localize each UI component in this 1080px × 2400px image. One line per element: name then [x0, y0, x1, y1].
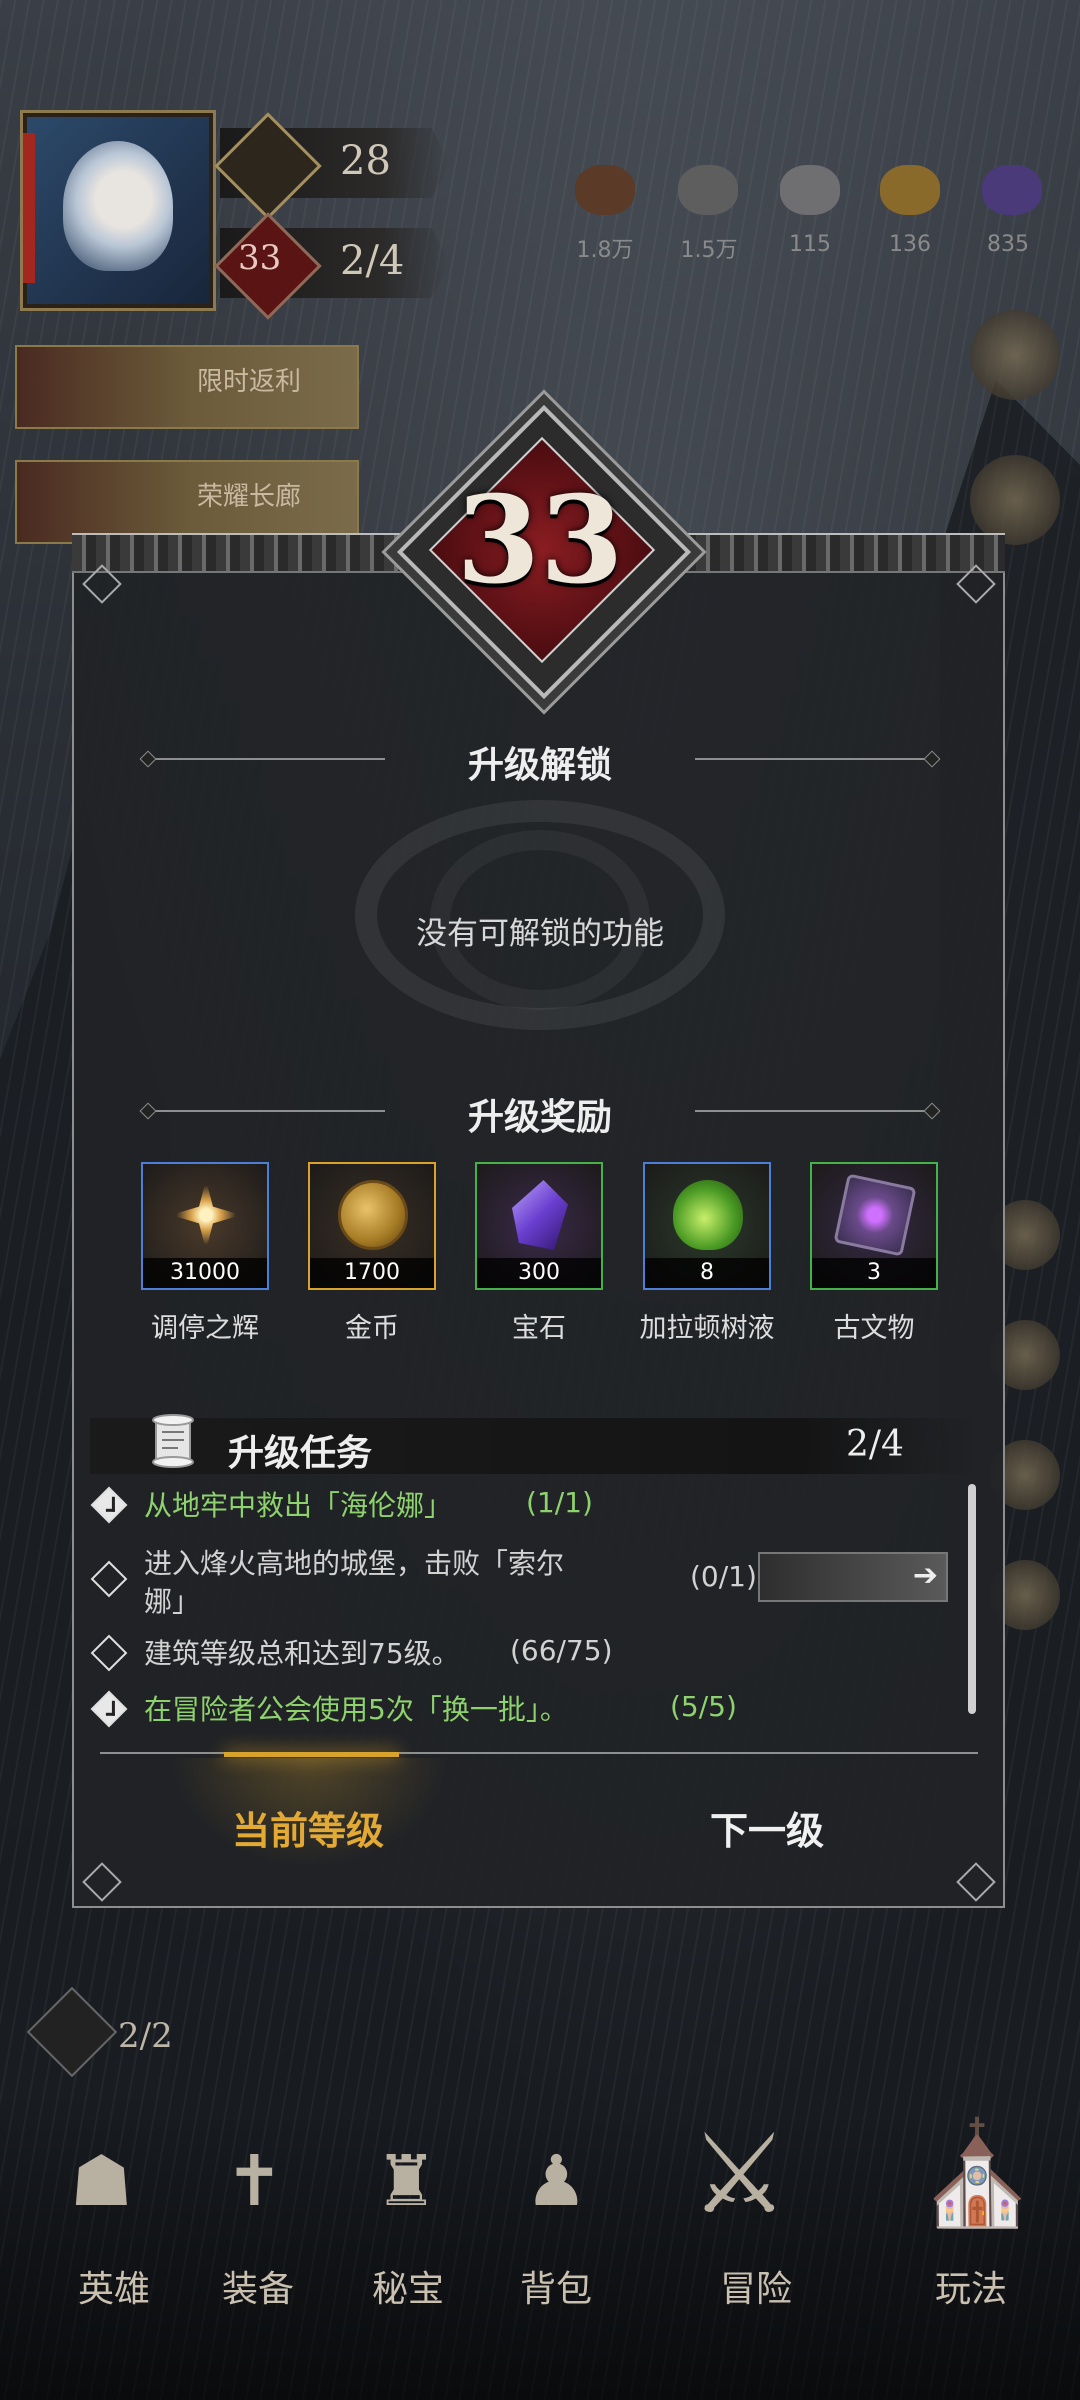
bag-nav-icon: ♟: [525, 2140, 588, 2222]
reward-name: 金币: [345, 1313, 399, 1344]
wood-resource-icon[interactable]: [575, 165, 635, 215]
hero-nav-icon: ☗: [70, 2140, 133, 2222]
go-to-task-button[interactable]: ➔: [758, 1552, 948, 1602]
reward-count: 1700: [310, 1258, 434, 1288]
gold-resource-icon[interactable]: [880, 165, 940, 215]
nav-treasure[interactable]: 秘宝: [372, 2260, 444, 2312]
side-counter: 2/2: [118, 2016, 173, 2056]
avatar-portrait: [63, 141, 173, 271]
resource-value: 1.8万: [576, 238, 634, 263]
scrollbar-thumb[interactable]: [968, 1484, 976, 1714]
arrow-right-icon: ➔: [912, 1558, 938, 1593]
gem-icon: [512, 1180, 568, 1250]
nav-heroes[interactable]: 英雄: [78, 2260, 150, 2312]
task-progress-count: 2/4: [846, 1424, 904, 1465]
tab-next-level[interactable]: 下一级: [710, 1800, 824, 1855]
hud-stat-1: 28: [340, 138, 391, 184]
banner-label: 荣耀长廊: [197, 482, 302, 512]
banner-label: 限时返利: [197, 367, 302, 397]
iron-resource-icon[interactable]: [780, 165, 840, 215]
nav-equipment[interactable]: 装备: [222, 2260, 294, 2312]
task-text: 在冒险者公会使用5次「换一批」。: [144, 1693, 568, 1726]
resource-value: 835: [987, 232, 1029, 257]
relic-icon: [833, 1173, 917, 1257]
task-text-line1: 进入烽火高地的城堡，击败「索尔: [144, 1547, 565, 1580]
level-number: 33: [456, 470, 624, 611]
potion-icon: [673, 1180, 743, 1250]
resource-value: 136: [889, 232, 931, 257]
task-progress: (5/5): [670, 1690, 737, 1723]
unlock-section-title: 升级解锁: [467, 745, 612, 786]
adventure-nav-icon: ⚔: [690, 2110, 789, 2238]
avatar-accent: [23, 133, 35, 283]
resource-value: 1.5万: [680, 238, 738, 263]
hud-level-small: 33: [238, 238, 282, 278]
reward-gold[interactable]: 1700: [308, 1162, 436, 1290]
gold-coin-icon: [338, 1180, 408, 1250]
scroll-icon: [152, 1414, 194, 1468]
glory-hall-banner[interactable]: 荣耀长廊: [15, 460, 359, 544]
radiance-icon: [171, 1180, 241, 1250]
reward-radiance[interactable]: 31000: [141, 1162, 269, 1290]
reward-relic[interactable]: 3: [810, 1162, 938, 1290]
ore-resource-icon[interactable]: [678, 165, 738, 215]
nav-bag[interactable]: 背包: [520, 2260, 592, 2312]
treasure-nav-icon: ♜: [375, 2140, 438, 2222]
hud-stat-2: 2/4: [340, 238, 405, 284]
task-progress: (0/1): [690, 1560, 757, 1593]
reward-section-title: 升级奖励: [467, 1097, 612, 1138]
no-unlock-message: 没有可解锁的功能: [416, 916, 664, 952]
tab-current-level[interactable]: 当前等级: [232, 1800, 384, 1855]
task-progress: (1/1): [526, 1486, 593, 1519]
nav-gameplay[interactable]: 玩法: [935, 2260, 1007, 2312]
reward-count: 300: [477, 1258, 601, 1288]
task-text: 从地牢中救出「海伦娜」: [144, 1489, 453, 1522]
reward-name: 古文物: [833, 1313, 915, 1344]
active-tab-indicator: [224, 1752, 399, 1757]
nav-adventure[interactable]: 冒险: [720, 2260, 792, 2312]
gameplay-nav-icon: ⛪: [915, 2115, 1040, 2232]
task-list-scrollbar[interactable]: [968, 1484, 976, 1714]
resource-value: 115: [789, 232, 831, 257]
reward-sap[interactable]: 8: [643, 1162, 771, 1290]
reward-count: 31000: [143, 1258, 267, 1288]
task-text: 建筑等级总和达到75级。: [144, 1637, 460, 1670]
reward-gem[interactable]: 300: [475, 1162, 603, 1290]
crystal-resource-icon[interactable]: [982, 165, 1042, 215]
reward-name: 加拉顿树液: [639, 1313, 775, 1344]
event-icon[interactable]: [970, 310, 1060, 400]
task-section-title: 升级任务: [228, 1433, 373, 1474]
task-progress: (66/75): [510, 1634, 613, 1667]
event-icon[interactable]: [970, 455, 1060, 545]
task-text-line2: 娜」: [144, 1585, 201, 1618]
reward-name: 宝石: [512, 1313, 566, 1344]
reward-count: 3: [812, 1258, 936, 1288]
limited-rebate-banner[interactable]: 限时返利: [15, 345, 359, 429]
reward-name: 调停之辉: [151, 1313, 259, 1344]
equipment-nav-icon: ✝: [225, 2140, 284, 2222]
player-avatar[interactable]: [20, 110, 216, 311]
reward-count: 8: [645, 1258, 769, 1288]
